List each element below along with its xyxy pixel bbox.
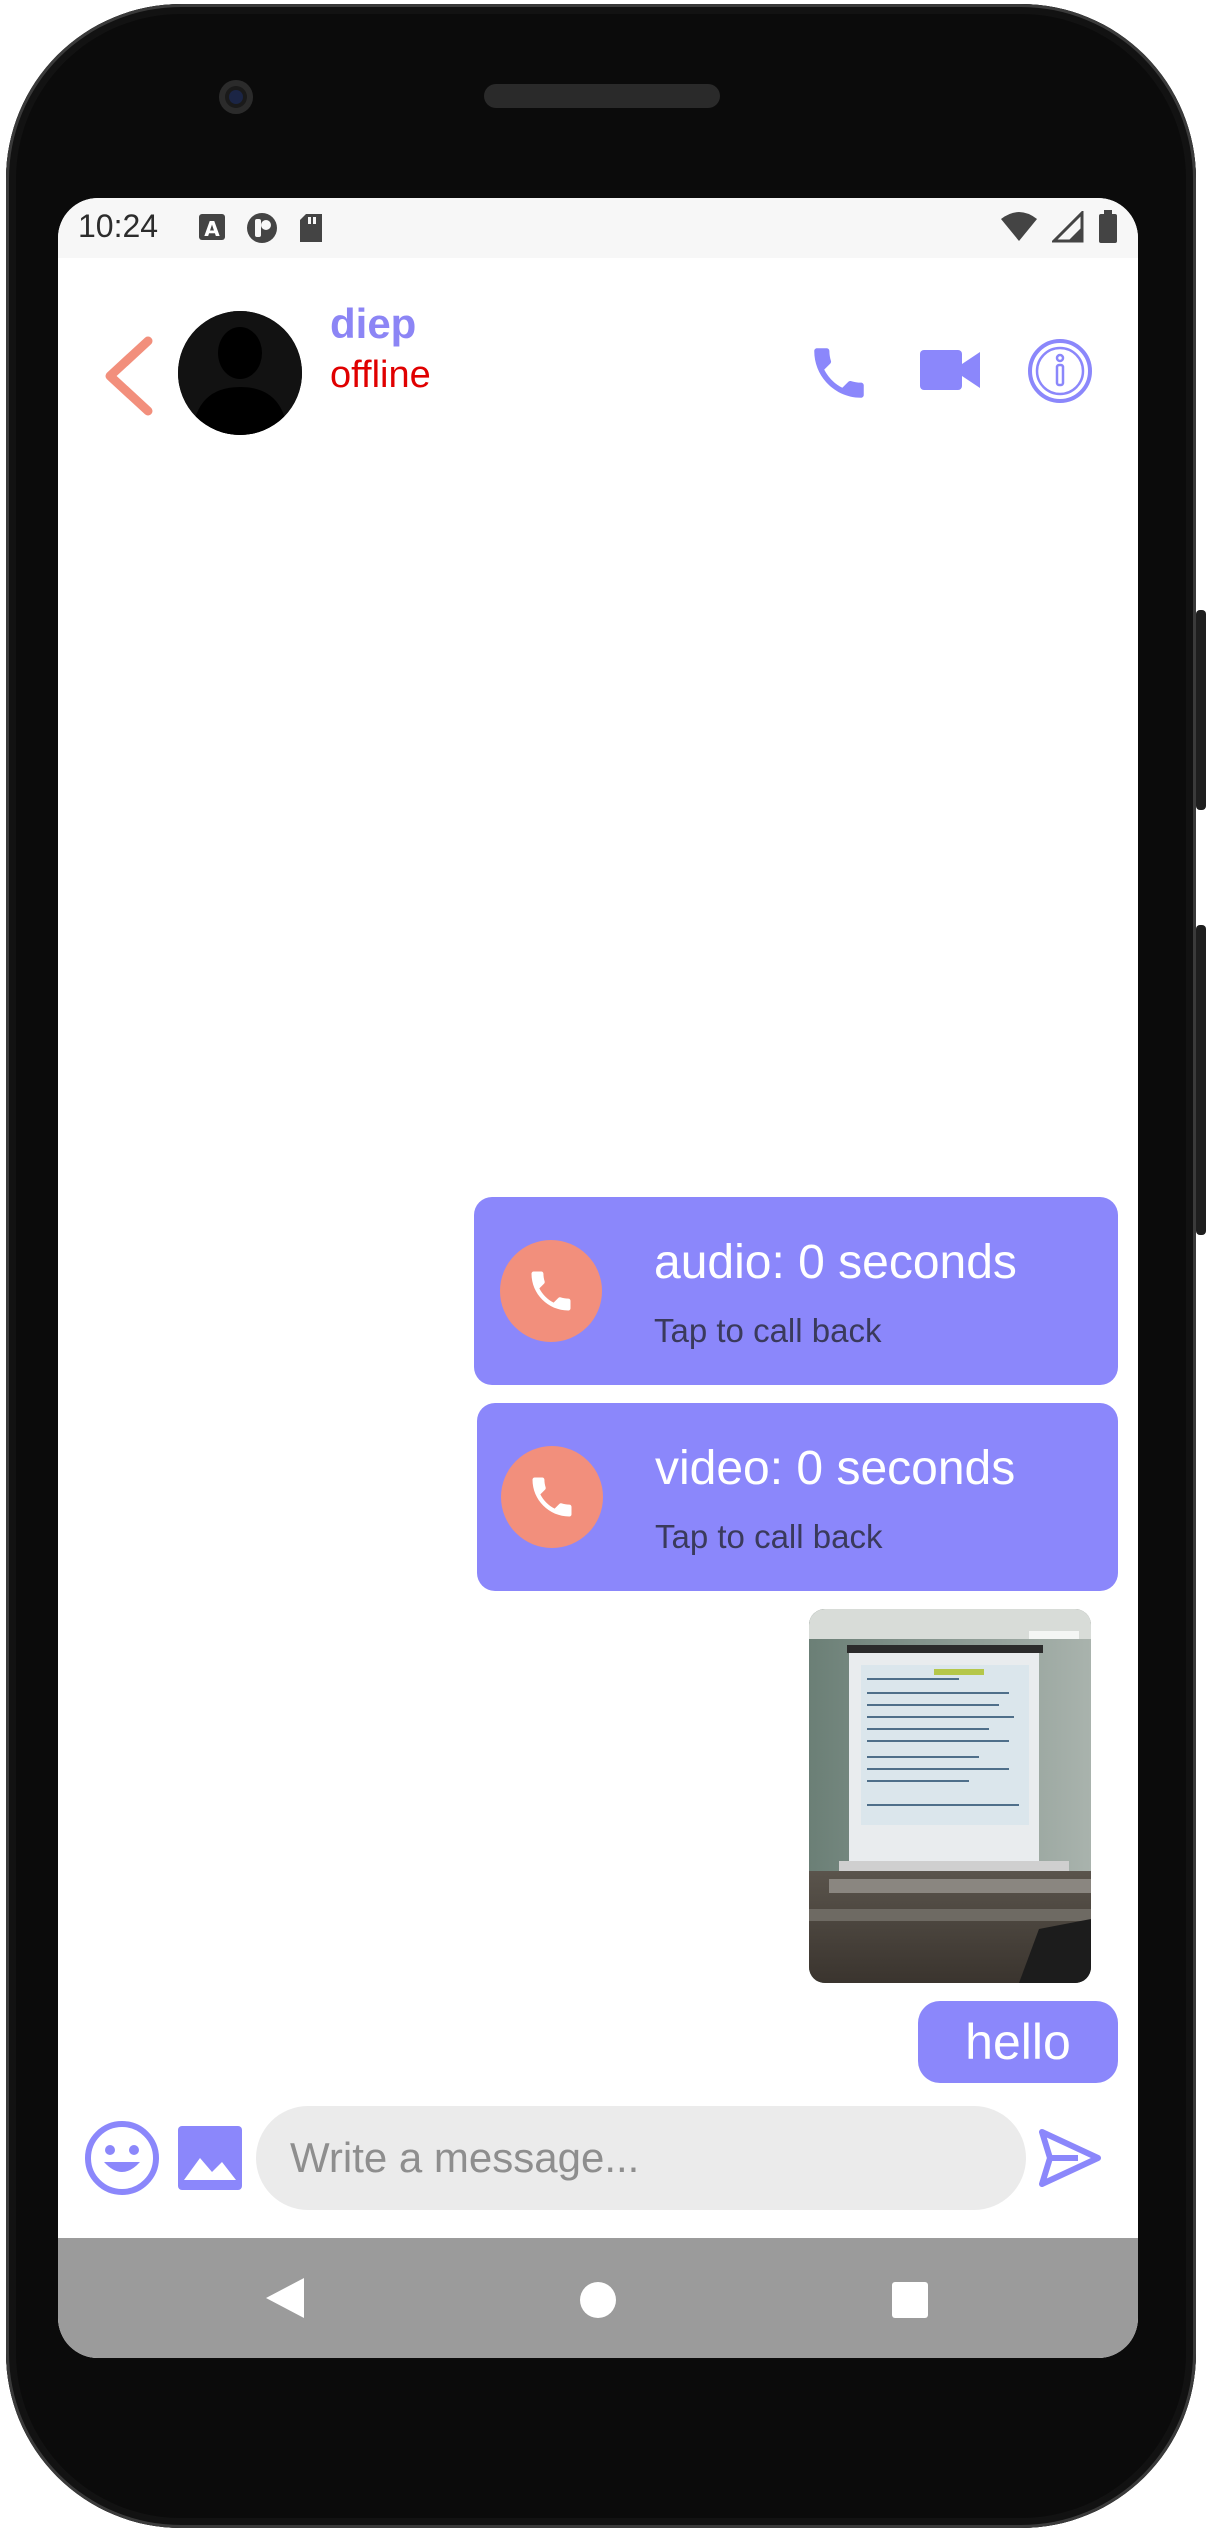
earpiece-speaker xyxy=(484,84,720,108)
status-time: 10:24 xyxy=(78,208,159,244)
info-button[interactable] xyxy=(1027,338,1093,408)
recents-square-icon xyxy=(892,2282,928,2318)
phone-icon xyxy=(532,1477,572,1517)
nav-home-button[interactable] xyxy=(578,2280,618,2324)
chat-header: diep offline xyxy=(58,258,1138,468)
nav-back-button[interactable] xyxy=(264,2276,306,2324)
back-arrow-icon xyxy=(105,336,153,416)
app-screen: 10:24 A diep offline audio: 0 seconds Ta… xyxy=(58,198,1138,2358)
gallery-icon xyxy=(178,2126,242,2190)
video-call-button[interactable] xyxy=(918,344,982,400)
contact-name: diep xyxy=(330,300,417,347)
send-button[interactable] xyxy=(1038,2128,1102,2192)
audio-call-button[interactable] xyxy=(806,340,872,410)
emoji-button[interactable] xyxy=(84,2120,160,2200)
front-camera xyxy=(219,80,253,114)
call-subtitle: Tap to call back xyxy=(655,1518,883,1555)
message-input[interactable] xyxy=(256,2106,1026,2210)
phone-icon xyxy=(531,1271,571,1311)
gallery-button[interactable] xyxy=(176,2124,244,2196)
battery-icon xyxy=(1098,210,1118,248)
message-input-bar xyxy=(58,2098,1138,2238)
nav-recents-button[interactable] xyxy=(890,2280,930,2324)
call-back-circle[interactable] xyxy=(500,1240,602,1342)
sd-card-icon xyxy=(298,212,324,248)
avatar[interactable] xyxy=(178,311,302,435)
send-icon xyxy=(1039,2129,1101,2187)
call-title: audio: 0 seconds xyxy=(654,1236,1017,1289)
volume-button xyxy=(1196,925,1206,1235)
image-message[interactable] xyxy=(809,1609,1091,1983)
emoji-icon xyxy=(85,2121,159,2195)
power-button xyxy=(1196,610,1206,810)
signal-icon xyxy=(1050,209,1084,247)
a-letter-icon: A xyxy=(198,212,226,248)
svg-text:A: A xyxy=(204,217,220,241)
status-bar: 10:24 A xyxy=(58,198,1138,258)
call-message-audio[interactable]: audio: 0 seconds Tap to call back xyxy=(474,1197,1118,1385)
back-triangle-icon xyxy=(266,2278,304,2318)
back-button[interactable] xyxy=(98,333,158,419)
call-title: video: 0 seconds xyxy=(655,1442,1016,1495)
home-circle-icon xyxy=(580,2282,616,2318)
photo-thumbnail xyxy=(809,1609,1091,1983)
info-icon xyxy=(1028,339,1092,403)
call-subtitle: Tap to call back xyxy=(654,1312,882,1349)
system-nav-bar xyxy=(58,2238,1138,2358)
p-circle-icon xyxy=(246,212,278,248)
call-back-circle[interactable] xyxy=(501,1446,603,1548)
wifi-icon xyxy=(1000,211,1038,247)
contact-status: offline xyxy=(330,354,431,396)
video-camera-icon xyxy=(920,350,980,390)
call-message-video[interactable]: video: 0 seconds Tap to call back xyxy=(477,1403,1118,1591)
phone-frame: 10:24 A diep offline audio: 0 seconds Ta… xyxy=(0,0,1206,2533)
text-message[interactable]: hello xyxy=(918,2001,1118,2083)
phone-icon xyxy=(814,348,864,398)
default-user-icon xyxy=(178,311,302,435)
